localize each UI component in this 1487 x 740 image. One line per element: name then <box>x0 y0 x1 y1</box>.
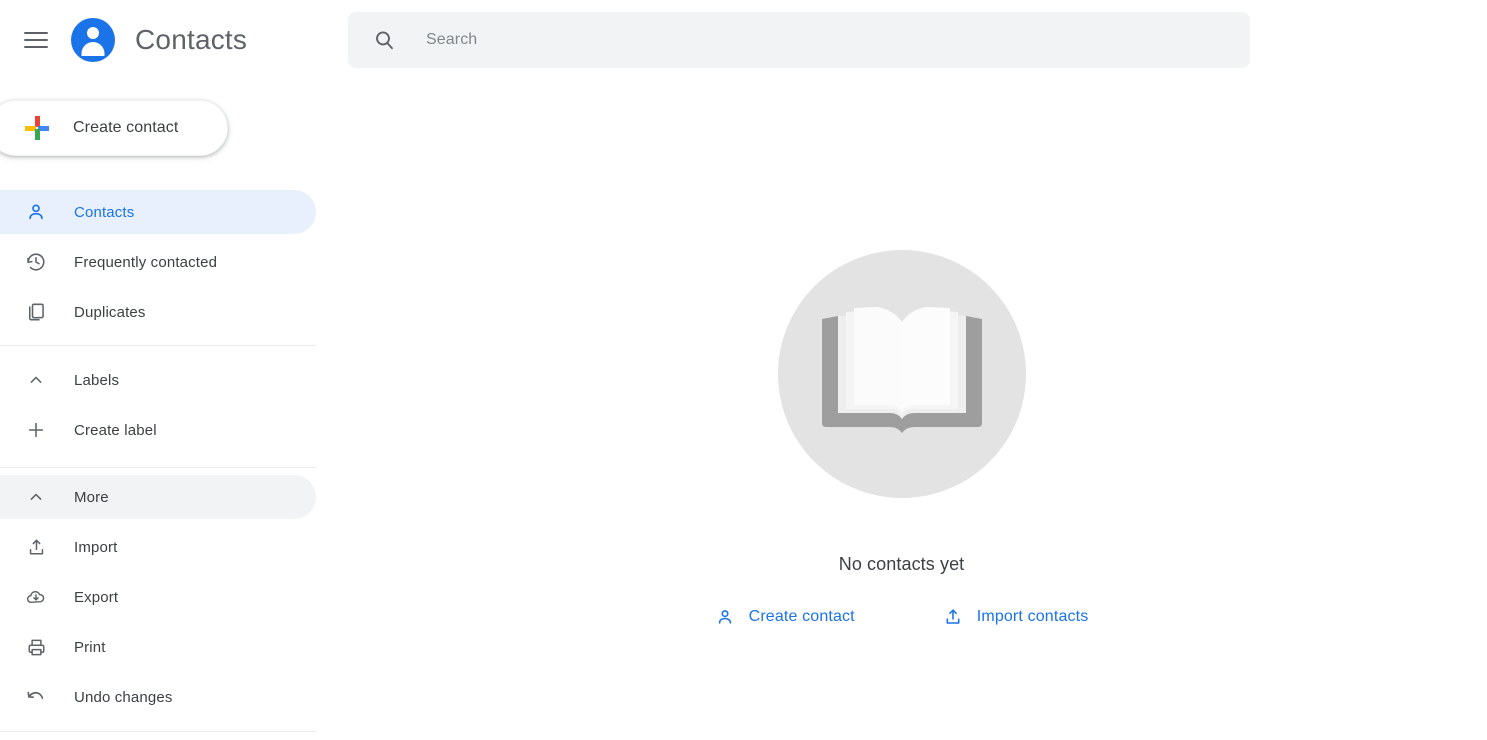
sidebar-item-labels[interactable]: Labels <box>0 358 316 402</box>
sidebar-divider <box>0 467 316 468</box>
empty-state-title: No contacts yet <box>838 554 965 574</box>
create-contact-button[interactable]: Create contact <box>0 100 228 156</box>
sidebar-nav-more: More Import Export Print Undo changes <box>0 475 316 725</box>
contacts-person-avatar-icon <box>71 18 115 62</box>
sidebar-item-contacts[interactable]: Contacts <box>0 190 316 234</box>
import-upload-icon <box>943 607 963 627</box>
export-cloud-download-icon <box>24 585 48 609</box>
open-book-graphic <box>821 307 982 433</box>
sidebar-item-label: More <box>74 488 109 506</box>
sidebar-divider <box>0 345 316 346</box>
search-input[interactable] <box>424 30 1234 50</box>
printer-icon <box>24 635 48 659</box>
duplicate-pages-icon <box>24 300 48 324</box>
chevron-up-icon <box>24 485 48 509</box>
main-content: No contacts yet Create contact <box>316 0 1487 740</box>
sidebar-item-label: Duplicates <box>74 303 146 321</box>
sidebar-item-label: Export <box>74 588 119 606</box>
empty-import-contacts-link[interactable]: Import contacts <box>943 607 1089 627</box>
sidebar-item-duplicates[interactable]: Duplicates <box>0 290 316 334</box>
sidebar-item-import[interactable]: Import <box>0 525 316 569</box>
search-bar[interactable] <box>348 12 1250 68</box>
sidebar-item-label: Print <box>74 638 106 656</box>
undo-arrow-icon <box>24 685 48 709</box>
empty-create-contact-link[interactable]: Create contact <box>715 607 855 627</box>
empty-action-label: Create contact <box>748 608 855 625</box>
sidebar-item-label: Create label <box>74 421 157 439</box>
person-add-outline-icon <box>715 607 735 627</box>
person-outline-icon <box>24 200 48 224</box>
search-magnifier-icon <box>372 28 396 52</box>
sidebar-item-undo-changes[interactable]: Undo changes <box>0 675 316 719</box>
sidebar-item-label: Undo changes <box>74 688 173 706</box>
empty-action-label: Import contacts <box>976 608 1089 625</box>
sidebar-item-create-label[interactable]: Create label <box>0 408 316 452</box>
history-clock-icon <box>24 250 48 274</box>
sidebar-item-label: Frequently contacted <box>74 253 218 271</box>
sidebar-item-frequently-contacted[interactable]: Frequently contacted <box>0 240 316 284</box>
open-book-illustration <box>777 250 1026 498</box>
sidebar-item-export[interactable]: Export <box>0 575 316 619</box>
hamburger-menu-icon[interactable] <box>24 28 48 52</box>
import-upload-icon <box>24 535 48 559</box>
sidebar-item-more[interactable]: More <box>0 475 316 519</box>
create-contact-button-label: Create contact <box>73 119 179 136</box>
chevron-up-icon <box>24 368 48 392</box>
sidebar-divider <box>0 731 316 732</box>
empty-state: No contacts yet Create contact Import co… <box>316 250 1487 627</box>
sidebar-item-label: Import <box>74 538 118 556</box>
sidebar-nav-main: Contacts Frequently contacted Duplicates <box>0 190 316 340</box>
sidebar-item-label: Contacts <box>74 203 135 221</box>
google-plus-icon <box>25 116 49 140</box>
app-header: Contacts <box>0 0 316 80</box>
sidebar-item-label: Labels <box>74 371 120 389</box>
empty-state-actions: Create contact Import contacts <box>715 607 1089 627</box>
contacts-app: Contacts Create contact Contacts Frequen… <box>0 0 1487 740</box>
page-title: Contacts <box>135 24 248 55</box>
sidebar-nav-labels: Labels Create label <box>0 358 316 458</box>
sidebar-item-print[interactable]: Print <box>0 625 316 669</box>
plus-icon <box>24 418 48 442</box>
sidebar: Contacts Create contact Contacts Frequen… <box>0 0 316 740</box>
